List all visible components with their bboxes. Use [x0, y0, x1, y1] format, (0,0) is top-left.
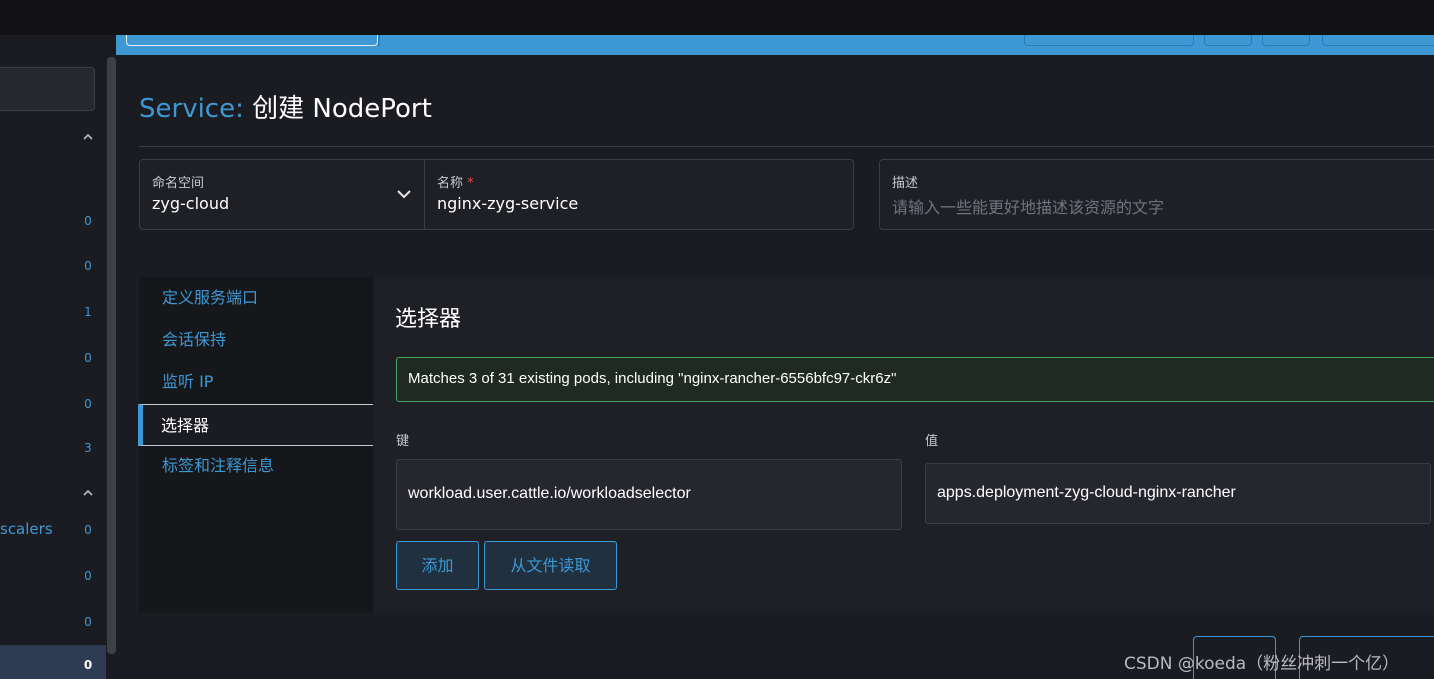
add-button[interactable]: 添加: [396, 541, 479, 590]
required-marker: *: [467, 176, 474, 191]
side-tabs: 定义服务端口 会话保持 监听 IP 选择器 标签和注释信息: [138, 277, 374, 613]
nav-count: 1: [84, 305, 92, 319]
selector-panel: 选择器 Matches 3 of 31 existing pods, inclu…: [373, 277, 1434, 613]
namespace-label: 命名空间: [152, 176, 205, 191]
selector-key-input[interactable]: workload.user.cattle.io/workloadselector: [396, 459, 902, 530]
description-placeholder: 请输入一些能更好地描述该资源的文字: [892, 198, 1165, 217]
nav-count: 3: [84, 441, 92, 455]
nav-count: 0: [84, 569, 92, 583]
tab-ip-addresses[interactable]: 监听 IP: [139, 361, 373, 403]
resource-kind: Service:: [139, 94, 244, 124]
tab-service-ports[interactable]: 定义服务端口: [139, 277, 373, 319]
nav-count: 0: [84, 214, 92, 228]
side-nav: 0 0 1 0 0 3 scalers 0 0 0 0: [0, 55, 116, 679]
tab-selectors[interactable]: 选择器: [138, 404, 374, 446]
selector-value-input[interactable]: apps.deployment-zyg-cloud-nginx-rancher: [925, 463, 1431, 524]
name-input[interactable]: 名称 * nginx-zyg-service: [424, 159, 854, 230]
sidebar-scrollbar[interactable]: [107, 57, 116, 654]
selector-value-value: apps.deployment-zyg-cloud-nginx-rancher: [937, 484, 1236, 501]
nav-count: 0: [84, 259, 92, 273]
read-from-file-button[interactable]: 从文件读取: [484, 541, 617, 590]
match-banner-text: Matches 3 of 31 existing pods, including…: [408, 370, 897, 387]
header-icon-button[interactable]: [1262, 35, 1310, 46]
tab-labels-annotations[interactable]: 标签和注释信息: [139, 445, 373, 487]
section-title: 选择器: [395, 307, 462, 332]
top-bar: [0, 0, 1434, 35]
side-nav-filter[interactable]: [0, 67, 95, 111]
tab-session-affinity[interactable]: 会话保持: [139, 319, 373, 361]
chevron-down-icon: [397, 190, 411, 199]
nav-count: 0: [84, 351, 92, 365]
header-bar: [116, 35, 1434, 55]
description-input[interactable]: 描述 请输入一些能更好地描述该资源的文字: [879, 159, 1434, 230]
match-banner: Matches 3 of 31 existing pods, including…: [396, 357, 1434, 402]
key-column-label: 键: [396, 434, 410, 449]
divider: [139, 146, 1434, 147]
name-value: nginx-zyg-service: [437, 194, 579, 213]
nav-count: 0: [83, 658, 93, 672]
page-heading: 创建 NodePort: [252, 94, 432, 124]
page-title: Service: 创建 NodePort: [139, 88, 432, 125]
namespace-select[interactable]: 命名空间 zyg-cloud: [139, 159, 425, 230]
nav-item-autoscalers[interactable]: scalers: [0, 520, 53, 538]
value-column-label: 值: [925, 434, 939, 449]
nav-count: 0: [84, 615, 92, 629]
chevron-up-icon[interactable]: [80, 131, 96, 147]
header-tool-button[interactable]: [1024, 35, 1194, 46]
cluster-selector[interactable]: [126, 35, 378, 46]
header-icon-button[interactable]: [1204, 35, 1252, 46]
description-label: 描述: [892, 176, 919, 191]
chevron-up-icon[interactable]: [80, 487, 96, 503]
name-label: 名称 *: [437, 176, 474, 191]
nav-count: 0: [84, 523, 92, 537]
namespace-value: zyg-cloud: [152, 194, 230, 213]
nav-count: 0: [84, 397, 92, 411]
user-menu[interactable]: [1322, 35, 1434, 46]
selector-key-value: workload.user.cattle.io/workloadselector: [408, 485, 691, 502]
nav-item-services[interactable]: 0: [0, 645, 106, 679]
watermark: CSDN @koeda（粉丝冲刺一个亿）: [1124, 654, 1400, 674]
